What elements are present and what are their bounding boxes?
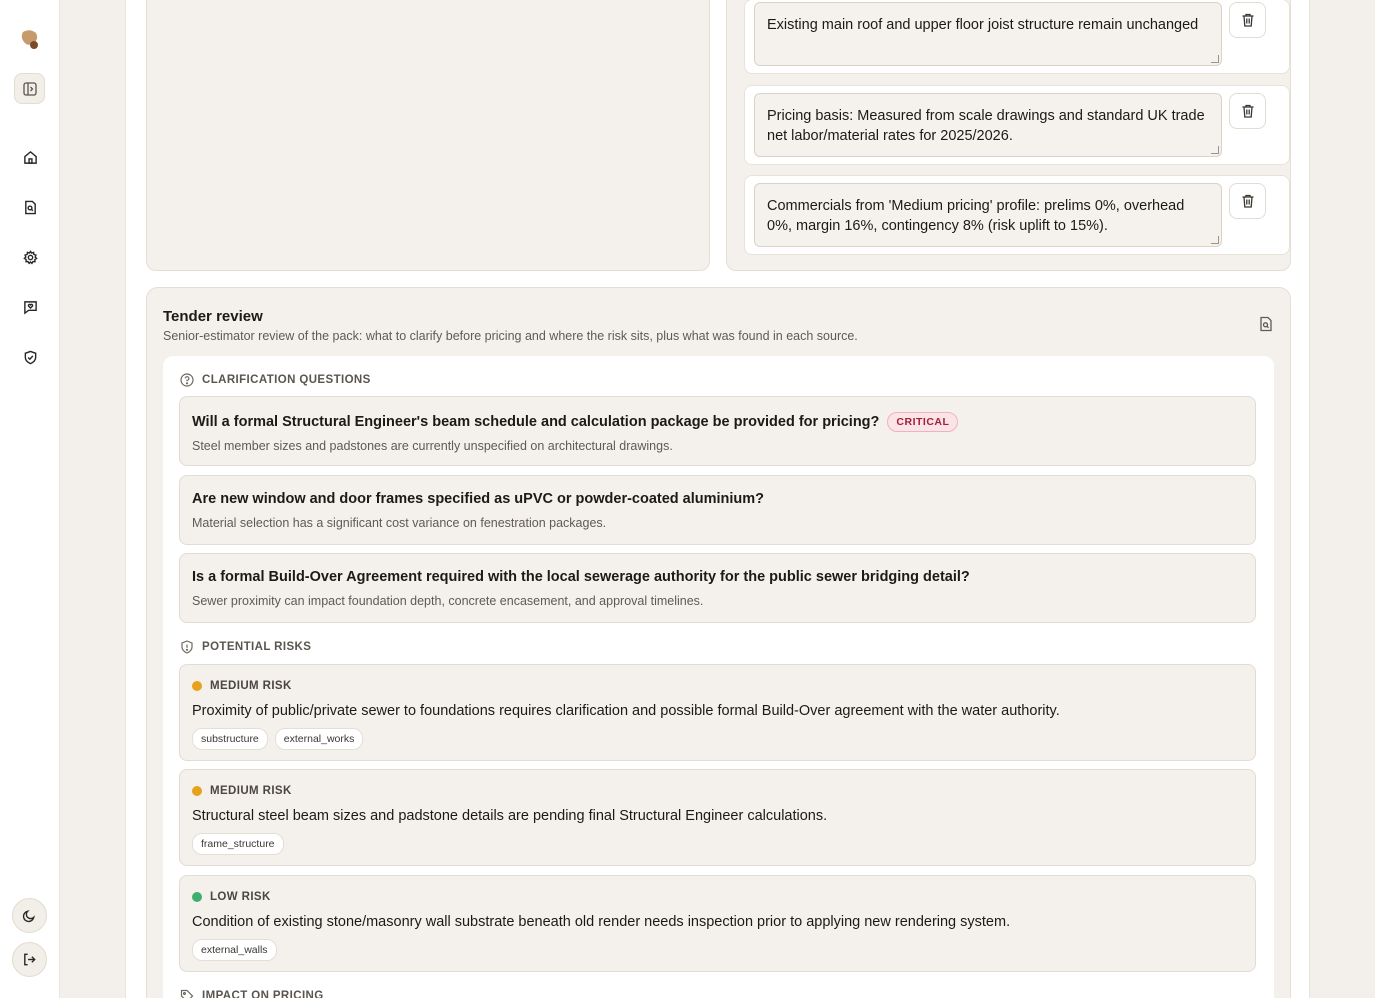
risk-level-label: MEDIUM RISK [210, 785, 292, 797]
risk-tags: external_walls [192, 939, 277, 961]
moon-icon [22, 910, 35, 923]
clarification-item[interactable]: Are new window and door frames specified… [179, 475, 1256, 545]
risk-level-dot [192, 786, 202, 796]
risk-level-dot [192, 681, 202, 691]
risk-item[interactable]: MEDIUM RISK Proximity of public/private … [179, 664, 1256, 761]
question-text: Will a formal Structural Engineer's beam… [192, 414, 880, 430]
risk-tag: external_walls [192, 939, 277, 961]
delete-note-button[interactable] [1229, 183, 1266, 219]
impact-heading: IMPACT ON PRICING [180, 989, 324, 998]
resize-handle[interactable] [1211, 55, 1219, 63]
tender-review-panel: Tender review Senior-estimator review of… [146, 287, 1291, 998]
risk-text: Proximity of public/private sewer to fou… [192, 703, 1060, 719]
risk-text: Condition of existing stone/masonry wall… [192, 914, 1011, 930]
document-search-icon [24, 200, 36, 214]
nav-home-button[interactable] [20, 147, 40, 167]
clarification-heading-label: CLARIFICATION QUESTIONS [202, 374, 371, 386]
note-textarea[interactable]: Commercials from 'Medium pricing' profil… [754, 183, 1222, 247]
tender-review-title: Tender review [163, 308, 263, 325]
question-row: Are new window and door frames specified… [192, 491, 764, 507]
trash-icon [1242, 194, 1253, 208]
note-text: Commercials from 'Medium pricing' profil… [767, 198, 1185, 234]
tag-icon [180, 989, 194, 998]
main-content: Existing main roof and upper floor joist… [125, 0, 1310, 998]
logout-icon [24, 953, 36, 966]
risks-heading: POTENTIAL RISKS [180, 640, 311, 654]
risk-tag: frame_structure [192, 833, 284, 855]
chat-heart-icon [23, 300, 37, 315]
resize-handle[interactable] [1211, 236, 1219, 244]
sidebar-toggle-icon [22, 81, 37, 96]
impact-heading-label: IMPACT ON PRICING [202, 990, 324, 998]
trash-icon [1242, 104, 1253, 118]
risk-tags: frame_structure [192, 833, 284, 855]
risk-level: MEDIUM RISK [192, 680, 292, 692]
risk-level: LOW RISK [192, 891, 271, 903]
home-icon [23, 150, 37, 164]
question-circle-icon [180, 373, 194, 387]
shield-alert-icon [181, 640, 193, 654]
risk-level: MEDIUM RISK [192, 785, 292, 797]
note-item: Pricing basis: Measured from scale drawi… [744, 85, 1290, 165]
gear-icon [22, 249, 38, 265]
sidebar-toggle-button[interactable] [14, 73, 45, 104]
side-rail [0, 0, 60, 998]
risk-text: Structural steel beam sizes and padstone… [192, 808, 828, 824]
question-row: Is a formal Build-Over Agreement require… [192, 569, 970, 585]
question-detail: Steel member sizes and padstones are cur… [192, 439, 673, 453]
delete-note-button[interactable] [1229, 93, 1266, 129]
question-detail: Material selection has a significant cos… [192, 516, 607, 530]
question-text: Are new window and door frames specified… [192, 491, 765, 507]
nav-settings-button[interactable] [20, 247, 40, 267]
nav-security-button[interactable] [20, 347, 40, 367]
question-detail: Sewer proximity can impact foundation de… [192, 594, 704, 608]
risk-tag: external_works [274, 728, 364, 750]
document-search-icon[interactable] [1258, 316, 1274, 332]
notes-panel: Existing main roof and upper floor joist… [726, 0, 1291, 271]
preview-panel [146, 0, 710, 271]
risk-item[interactable]: MEDIUM RISK Structural steel beam sizes … [179, 769, 1256, 866]
risk-tags: substructure external_works [192, 728, 364, 750]
risk-level-label: MEDIUM RISK [210, 680, 292, 692]
note-item: Existing main roof and upper floor joist… [744, 0, 1290, 74]
nav-feedback-button[interactable] [20, 297, 40, 317]
note-textarea[interactable]: Existing main roof and upper floor joist… [754, 2, 1222, 66]
risk-item[interactable]: LOW RISK Condition of existing stone/mas… [179, 875, 1256, 972]
logout-button[interactable] [12, 942, 47, 977]
risk-level-dot [192, 892, 202, 902]
nav-documents-button[interactable] [20, 197, 40, 217]
tender-review-subtitle: Senior-estimator review of the pack: wha… [163, 329, 858, 343]
logo-icon [21, 30, 38, 49]
clarification-item[interactable]: Will a formal Structural Engineer's beam… [179, 396, 1256, 466]
tender-review-body: CLARIFICATION QUESTIONS Will a formal St… [163, 356, 1274, 998]
clarification-heading: CLARIFICATION QUESTIONS [180, 373, 371, 387]
note-text: Existing main roof and upper floor joist… [767, 17, 1199, 33]
theme-toggle-button[interactable] [12, 898, 47, 933]
risk-tag: substructure [192, 728, 268, 750]
clarification-item[interactable]: Is a formal Build-Over Agreement require… [179, 553, 1256, 623]
question-row: Will a formal Structural Engineer's beam… [192, 412, 959, 432]
critical-badge: CRITICAL [887, 412, 959, 432]
delete-note-button[interactable] [1229, 2, 1266, 38]
note-textarea[interactable]: Pricing basis: Measured from scale drawi… [754, 93, 1222, 157]
note-text: Pricing basis: Measured from scale drawi… [767, 108, 1205, 144]
shield-check-icon [24, 350, 36, 364]
risks-heading-label: POTENTIAL RISKS [202, 641, 312, 653]
note-item: Commercials from 'Medium pricing' profil… [744, 175, 1290, 255]
trash-icon [1242, 13, 1253, 27]
resize-handle[interactable] [1211, 146, 1219, 154]
risk-level-label: LOW RISK [210, 891, 271, 903]
question-text: Is a formal Build-Over Agreement require… [192, 569, 970, 585]
